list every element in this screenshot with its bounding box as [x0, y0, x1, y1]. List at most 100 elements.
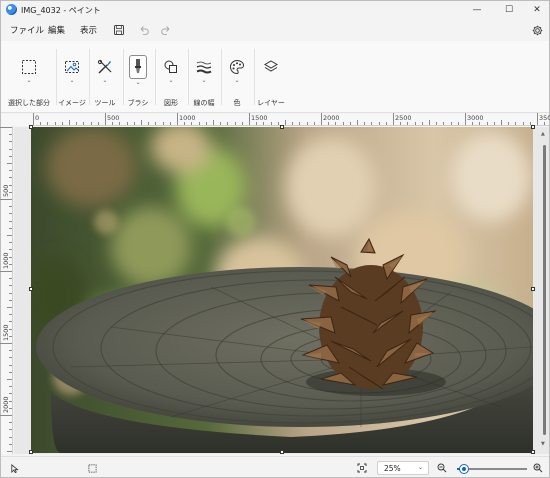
ruler-minor-tick: [544, 122, 546, 125]
brush-icon[interactable]: [129, 55, 147, 79]
ruler-minor-tick: [155, 122, 157, 125]
ruler-minor-tick: [7, 307, 12, 308]
ruler-minor-tick: [119, 122, 121, 125]
resize-handle[interactable]: [531, 450, 535, 454]
brush-chevron-icon[interactable]: ⌄: [135, 79, 140, 86]
image-chevron-icon[interactable]: ⌄: [69, 77, 74, 84]
minimize-button[interactable]: —: [463, 1, 491, 19]
zoom-slider[interactable]: [457, 465, 527, 473]
resize-handle[interactable]: [29, 450, 33, 454]
ruler-minor-tick: [9, 436, 12, 438]
vertical-scrollbar[interactable]: ▲ ▼: [541, 129, 547, 451]
ruler-minor-tick: [501, 120, 502, 125]
ribbon-label-brush: ブラシ: [127, 99, 149, 107]
shapes-icon[interactable]: [161, 57, 181, 77]
ruler-minor-tick: [9, 206, 12, 208]
selection-chevron-icon[interactable]: ⌄: [26, 77, 31, 84]
scrollbar-thumb[interactable]: [543, 145, 546, 435]
ruler-minor-tick: [349, 122, 351, 125]
ruler-tick: [465, 113, 466, 125]
ruler-minor-tick: [364, 122, 366, 125]
ruler-minor-tick: [184, 122, 186, 125]
resize-handle[interactable]: [280, 125, 284, 129]
resize-handle[interactable]: [29, 125, 33, 129]
ruler-minor-tick: [9, 155, 12, 157]
ruler-label: 2000: [2, 396, 10, 413]
ruler-minor-tick: [191, 122, 193, 125]
ribbon-divider: [254, 49, 255, 105]
layers-icon[interactable]: [261, 57, 281, 77]
maximize-button[interactable]: ☐: [495, 1, 523, 19]
ribbon-toolbar: ⌄ 選択した部分 ⌄ イメージ ⌄ ツール ⌄ ブラシ ⌄ 図形 ⌄ 線の幅 ⌄…: [1, 41, 549, 113]
ruler-minor-tick: [61, 122, 63, 125]
ruler-minor-tick: [9, 220, 12, 222]
gear-icon[interactable]: [530, 23, 544, 37]
ruler-label: 2500: [395, 114, 412, 122]
zoom-slider-knob[interactable]: [460, 465, 468, 473]
menu-edit[interactable]: 編集: [48, 24, 65, 36]
ruler-minor-tick: [429, 120, 430, 125]
image-icon[interactable]: [62, 57, 82, 77]
ruler-minor-tick: [306, 122, 308, 125]
ruler-minor-tick: [371, 122, 373, 125]
resize-handle[interactable]: [531, 287, 535, 291]
ruler-minor-tick: [141, 120, 142, 125]
tools-icon[interactable]: [95, 57, 115, 77]
paint-app-icon: [6, 4, 17, 15]
ruler-minor-tick: [169, 122, 171, 125]
shapes-chevron-icon[interactable]: ⌄: [168, 77, 173, 84]
ribbon-label-shapes: 図形: [164, 99, 178, 107]
undo-icon[interactable]: [137, 23, 151, 37]
resize-handle[interactable]: [531, 125, 535, 129]
ruler-minor-tick: [457, 122, 459, 125]
ruler-minor-tick: [126, 122, 128, 125]
close-button[interactable]: ✕: [523, 1, 550, 19]
selection-rect-icon[interactable]: [19, 57, 39, 77]
save-icon[interactable]: [112, 23, 126, 37]
ruler-label: 1500: [251, 114, 268, 122]
scroll-up-icon[interactable]: ▲: [541, 131, 545, 137]
ruler-minor-tick: [97, 122, 99, 125]
line-width-icon[interactable]: [194, 57, 214, 77]
ruler-minor-tick: [357, 120, 358, 125]
ruler-minor-tick: [486, 122, 488, 125]
zoom-select[interactable]: 25% ⌄: [377, 461, 429, 475]
ruler-minor-tick: [9, 429, 12, 431]
resize-handle[interactable]: [280, 450, 284, 454]
ruler-minor-tick: [285, 120, 286, 125]
ruler-minor-tick: [342, 122, 344, 125]
ribbon-divider: [89, 49, 90, 105]
ruler-minor-tick: [335, 122, 337, 125]
horizontal-ruler: 0 500 1000 1500 2000 2500 3000 3500: [31, 113, 550, 126]
line-width-chevron-icon[interactable]: ⌄: [201, 77, 206, 84]
cursor-position-icon: [7, 461, 21, 475]
canvas-image[interactable]: [31, 127, 533, 453]
ruler-label: 500: [2, 184, 10, 197]
menu-file[interactable]: ファイル: [10, 24, 44, 36]
ruler-minor-tick: [234, 122, 236, 125]
palette-icon[interactable]: [227, 57, 247, 77]
redo-icon[interactable]: [159, 23, 173, 37]
ruler-minor-tick: [9, 299, 12, 301]
resize-handle[interactable]: [29, 287, 33, 291]
ribbon-label-tools: ツール: [94, 99, 116, 107]
ruler-minor-tick: [76, 122, 78, 125]
ruler-minor-tick: [148, 122, 150, 125]
ruler-minor-tick: [9, 213, 12, 215]
ruler-minor-tick: [162, 122, 164, 125]
ruler-minor-tick: [479, 122, 481, 125]
ruler-minor-tick: [378, 122, 380, 125]
ruler-minor-tick: [7, 163, 12, 164]
window-title: IMG_4032 - ペイント: [21, 6, 101, 15]
tools-chevron-icon[interactable]: ⌄: [102, 77, 107, 84]
fit-to-window-icon[interactable]: [355, 461, 369, 475]
scroll-down-icon[interactable]: ▼: [541, 441, 545, 447]
zoom-out-icon[interactable]: [435, 461, 449, 475]
ruler-minor-tick: [313, 122, 315, 125]
ruler-minor-tick: [450, 122, 452, 125]
ruler-minor-tick: [7, 379, 12, 380]
palette-chevron-icon[interactable]: ⌄: [234, 77, 239, 84]
ruler-minor-tick: [9, 292, 12, 294]
menu-view[interactable]: 表示: [80, 24, 97, 36]
zoom-in-icon[interactable]: [531, 461, 545, 475]
